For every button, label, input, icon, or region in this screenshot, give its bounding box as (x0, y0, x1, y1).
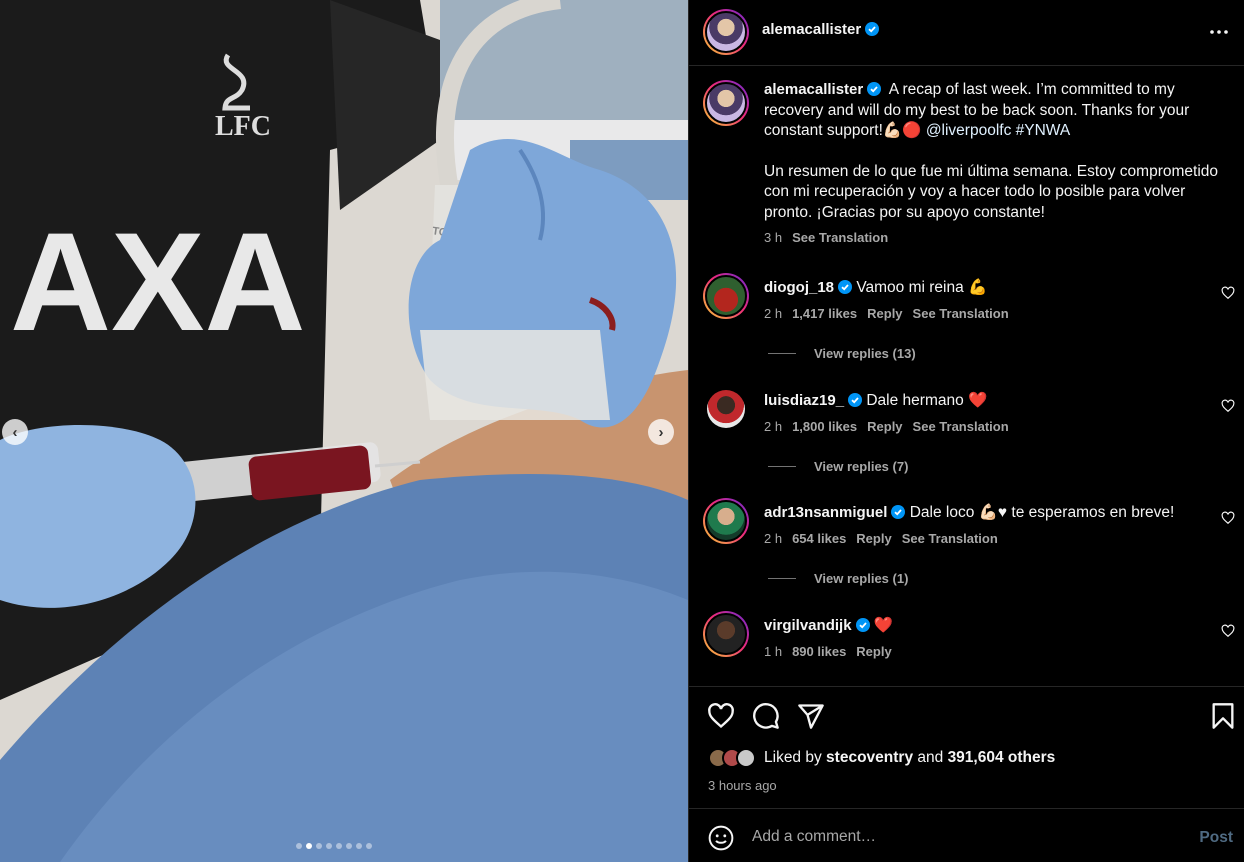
comment-reply-button[interactable]: Reply (856, 531, 891, 546)
comment-time: 1 h (764, 644, 783, 659)
carousel-dot (296, 843, 302, 849)
comment-reply-button[interactable]: Reply (867, 419, 902, 434)
caption-see-translation[interactable]: See Translation (792, 230, 888, 245)
bookmark-icon[interactable] (1209, 702, 1237, 730)
comment-input[interactable] (752, 825, 1172, 849)
carousel-prev-button[interactable]: ‹ (2, 419, 28, 445)
comment-heart-icon[interactable] (1221, 511, 1235, 525)
post-actions: Liked by stecoventry and 391,604 others … (689, 686, 1244, 808)
comment-likes[interactable]: 654 likes (792, 531, 846, 546)
post-comment-button[interactable]: Post (1199, 829, 1233, 847)
carousel-dot (316, 843, 322, 849)
comment-item: diogoj_18 Vamoo mi reina 💪 2 h 1,417 like… (689, 273, 1244, 383)
comment-likes[interactable]: 890 likes (792, 644, 846, 659)
comment-text: Dale loco 💪🏻♥ te esperamos en breve! (909, 504, 1175, 521)
more-icon[interactable] (1207, 20, 1231, 44)
comment-text: Vamoo mi reina 💪 (856, 279, 988, 296)
chevron-left-icon: ‹ (12, 423, 18, 441)
view-replies-button[interactable]: View replies (13) (768, 346, 916, 361)
carousel-dot (326, 843, 332, 849)
carousel-next-button[interactable]: › (648, 419, 674, 445)
view-replies-button[interactable]: View replies (1) (768, 571, 908, 586)
comment-heart-icon[interactable] (1221, 399, 1235, 413)
heart-icon[interactable] (707, 702, 735, 730)
verified-icon (838, 280, 853, 294)
carousel-dot-active (306, 843, 312, 849)
comment-reply-button[interactable]: Reply (856, 644, 891, 659)
verified-icon (848, 393, 863, 407)
likes-middle: and (917, 749, 944, 766)
add-comment-bar: Post (689, 808, 1244, 862)
carousel-dot (366, 843, 372, 849)
carousel-dot (346, 843, 352, 849)
emoji-icon[interactable] (708, 825, 734, 851)
comment-item: luisdiaz19_ Dale hermano ❤️ 2 h 1,800 lik… (689, 386, 1244, 496)
share-icon[interactable] (797, 702, 825, 730)
comment-heart-icon[interactable] (1221, 286, 1235, 300)
comment-see-translation[interactable]: See Translation (902, 531, 998, 546)
view-replies-button[interactable]: View replies (7) (768, 459, 908, 474)
likes-prefix: Liked by (764, 749, 822, 766)
comment-heart-icon[interactable] (1221, 624, 1235, 638)
author-avatar[interactable] (703, 9, 749, 55)
comment-username[interactable]: adr13nsanmiguel (764, 504, 906, 521)
comment-icon[interactable] (752, 702, 780, 730)
comment-likes[interactable]: 1,800 likes (792, 419, 857, 434)
comment-item: adr13nsanmiguel Dale loco 💪🏻♥ te esperam… (689, 498, 1244, 608)
post-photo: AXA LFC TOSHIBA (0, 0, 688, 862)
caption-mention-link[interactable]: @liverpoolfc (926, 122, 1012, 139)
caption-author-avatar[interactable] (703, 80, 749, 126)
likes-summary[interactable]: Liked by stecoventry and 391,604 others (708, 748, 1055, 768)
comment-avatar[interactable] (703, 273, 749, 319)
comment-see-translation[interactable]: See Translation (913, 419, 1009, 434)
caption-username[interactable]: alemacallister (764, 81, 882, 98)
caption-text-es: Un resumen de lo que fue mi última seman… (764, 162, 1219, 221)
likes-user-link[interactable]: stecoventry (826, 749, 913, 766)
verified-icon (867, 82, 882, 96)
comment-text: ❤️ (873, 617, 894, 634)
carousel-indicator (296, 843, 372, 849)
post-media[interactable]: AXA LFC TOSHIBA ‹ › (0, 0, 688, 862)
axa-logo: AXA (10, 203, 306, 360)
post-panel: alemacallister alemacallister A recap of… (688, 0, 1244, 862)
comment-see-translation[interactable]: See Translation (913, 306, 1009, 321)
comment-username[interactable]: virgilvandijk (764, 617, 870, 634)
comment-avatar[interactable] (703, 611, 749, 657)
comment-avatar[interactable] (703, 498, 749, 544)
caption-time: 3 h (764, 230, 783, 245)
posted-time: 3 hours ago (708, 778, 777, 793)
chevron-right-icon: › (658, 423, 664, 441)
comment-username[interactable]: diogoj_18 (764, 279, 853, 296)
post-header: alemacallister (689, 0, 1244, 66)
comment-username[interactable]: luisdiaz19_ (764, 392, 863, 409)
verified-icon (891, 505, 906, 519)
comments-scroll-area[interactable]: alemacallister A recap of last week. I’m… (689, 67, 1244, 685)
verified-icon (865, 22, 880, 36)
lfc-crest: LFC (215, 111, 271, 142)
comment-time: 2 h (764, 306, 783, 321)
caption-hashtag-link[interactable]: #YNWA (1016, 122, 1071, 139)
carousel-dot (356, 843, 362, 849)
comment-likes[interactable]: 1,417 likes (792, 306, 857, 321)
comment-reply-button[interactable]: Reply (867, 306, 902, 321)
likes-others-link[interactable]: 391,604 others (948, 749, 1056, 766)
comment-time: 2 h (764, 531, 783, 546)
comment-text: Dale hermano ❤️ (866, 392, 988, 409)
verified-icon (855, 618, 870, 632)
carousel-dot (336, 843, 342, 849)
liker-avatar (736, 748, 756, 768)
author-username[interactable]: alemacallister (762, 21, 880, 38)
comment-item: virgilvandijk ❤️ 1 h 890 likes Reply (689, 611, 1244, 685)
comment-time: 2 h (764, 419, 783, 434)
comment-avatar[interactable] (707, 390, 745, 428)
